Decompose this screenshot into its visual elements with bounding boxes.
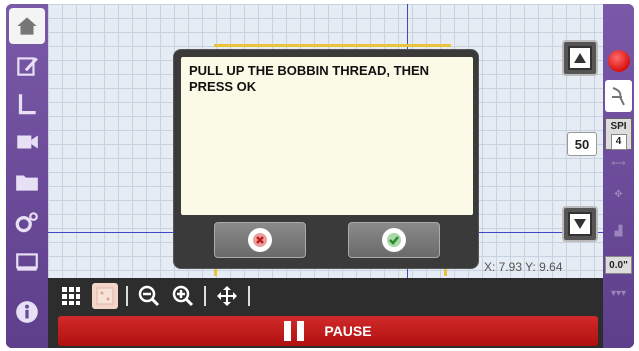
dialog-message: PULL UP THE BOBBIN THREAD, THEN PRESS OK bbox=[181, 57, 473, 215]
triangle-down-icon bbox=[574, 219, 586, 229]
toolbar-divider bbox=[248, 286, 250, 306]
sidebar-item-stitch[interactable] bbox=[9, 86, 45, 122]
scroll-handle-top[interactable] bbox=[605, 10, 632, 34]
info-icon bbox=[16, 301, 38, 323]
video-icon bbox=[17, 135, 38, 149]
red-stop-icon bbox=[607, 50, 630, 72]
zoom-out-icon bbox=[138, 285, 160, 307]
spi-control[interactable]: SPI 4 bbox=[605, 118, 632, 150]
sidebar-item-settings[interactable] bbox=[9, 204, 45, 240]
stitch-icon bbox=[18, 94, 36, 115]
hoop-boundary-top bbox=[214, 44, 451, 47]
bobbin-dialog: PULL UP THE BOBBIN THREAD, THEN PRESS OK bbox=[173, 49, 479, 269]
move-arrows-icon bbox=[217, 286, 237, 306]
offset-value[interactable]: 0.0" bbox=[605, 256, 632, 274]
right-sidebar: SPI 4 ⟷ ✥ ▟ 0.0" ▾▾▾ bbox=[603, 4, 634, 348]
check-circle-icon bbox=[382, 228, 406, 252]
move-icon: ✥ bbox=[614, 189, 623, 200]
ok-button[interactable] bbox=[348, 222, 440, 258]
home-icon bbox=[17, 17, 37, 35]
sidebar-item-files[interactable] bbox=[9, 164, 45, 200]
zoom-out-button[interactable] bbox=[136, 283, 162, 309]
settings-icon bbox=[15, 212, 38, 233]
pause-icon bbox=[284, 321, 305, 341]
x-circle-icon bbox=[248, 228, 272, 252]
fabric-view-button[interactable] bbox=[92, 283, 118, 309]
scroll-up-button[interactable] bbox=[562, 40, 598, 76]
speed-value[interactable]: 50 bbox=[567, 132, 597, 156]
pause-bar: PAUSE bbox=[48, 314, 603, 348]
edit-icon bbox=[17, 57, 38, 76]
pan-button[interactable] bbox=[214, 283, 240, 309]
spi-value: 4 bbox=[610, 134, 627, 150]
pause-button[interactable]: PAUSE bbox=[58, 316, 598, 346]
toolbar-divider bbox=[126, 286, 128, 306]
needle-button[interactable] bbox=[605, 80, 632, 112]
spi-label: SPI bbox=[610, 121, 627, 132]
cancel-button[interactable] bbox=[214, 222, 306, 258]
machine-icon bbox=[16, 253, 38, 271]
sidebar-item-home[interactable] bbox=[9, 8, 45, 44]
grid-button[interactable] bbox=[58, 283, 84, 309]
triangle-up-icon bbox=[574, 53, 586, 63]
arrows-horizontal-icon: ⟷ bbox=[611, 158, 626, 169]
toolbar-divider bbox=[204, 286, 206, 306]
app-frame: 50 X: 7.93 Y: 9.64 PULL UP THE BOBBIN TH… bbox=[6, 4, 634, 348]
zoom-in-button[interactable] bbox=[170, 283, 196, 309]
grid-icon bbox=[62, 287, 80, 305]
bottom-toolbar bbox=[48, 278, 603, 314]
sidebar-item-edit[interactable] bbox=[9, 48, 45, 84]
sidebar-item-info[interactable] bbox=[9, 294, 45, 330]
steps-icon: ▟ bbox=[614, 226, 623, 237]
fabric-icon bbox=[96, 287, 114, 305]
stop-button[interactable] bbox=[605, 46, 632, 76]
coordinate-readout: X: 7.93 Y: 9.64 bbox=[484, 260, 563, 274]
left-sidebar bbox=[6, 4, 48, 348]
zoom-in-icon bbox=[172, 285, 194, 307]
needle-icon bbox=[611, 87, 625, 106]
scroll-down-button[interactable] bbox=[562, 206, 598, 242]
sidebar-item-machine[interactable] bbox=[9, 244, 45, 280]
folder-icon bbox=[16, 175, 38, 191]
more-icon: ▾▾▾ bbox=[610, 288, 627, 299]
pause-label: PAUSE bbox=[324, 323, 372, 339]
sidebar-item-video[interactable] bbox=[9, 124, 45, 160]
